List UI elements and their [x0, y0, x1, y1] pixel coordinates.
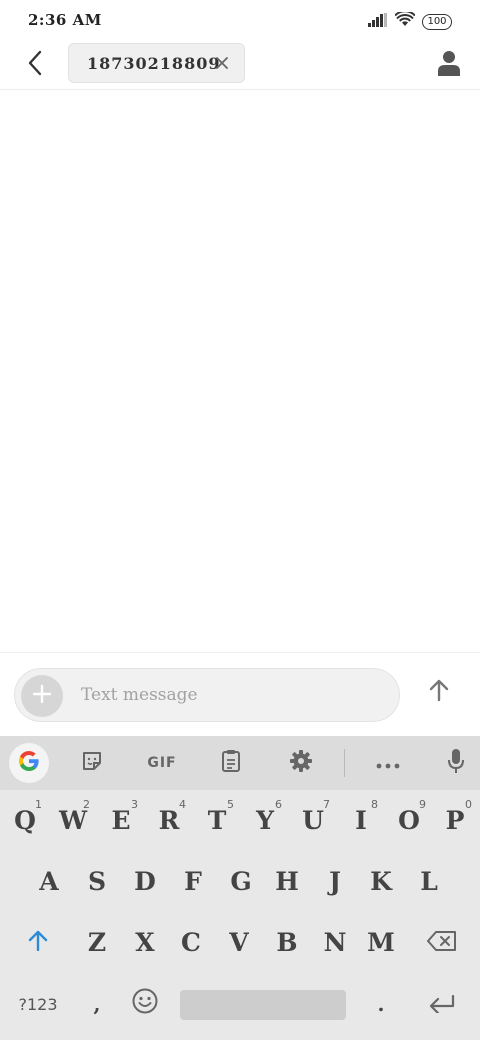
close-icon[interactable] — [214, 55, 230, 71]
key-row-2: A S D F G H J K L — [0, 853, 480, 913]
more-horizontal-icon — [376, 754, 400, 773]
comma-key[interactable]: , — [74, 976, 120, 1032]
key-j[interactable]: J — [312, 853, 358, 909]
conversation-header: 18730218809 — [0, 40, 480, 90]
key-m[interactable]: M — [358, 914, 404, 970]
key-a[interactable]: A — [26, 853, 72, 909]
google-icon — [17, 749, 41, 777]
arrow-up-icon — [428, 678, 450, 706]
key-hint: 9 — [419, 798, 426, 811]
key-v[interactable]: V — [216, 914, 262, 970]
plus-icon — [32, 684, 52, 708]
message-input[interactable]: Text message — [14, 668, 400, 722]
key-b[interactable]: B — [264, 914, 310, 970]
key-f[interactable]: F — [170, 853, 216, 909]
key-hint: 6 — [275, 798, 282, 811]
status-icons: 100 — [368, 10, 452, 31]
attach-button[interactable] — [21, 675, 63, 717]
backspace-key[interactable] — [412, 914, 472, 970]
key-h[interactable]: H — [264, 853, 310, 909]
key-z[interactable]: Z — [74, 914, 120, 970]
key-hint: 8 — [371, 798, 378, 811]
signal-icon — [368, 12, 388, 31]
key-hint: 5 — [227, 798, 234, 811]
compose-bar: Text message — [0, 652, 480, 736]
key-hint: 3 — [131, 798, 138, 811]
key-o[interactable]: O9 — [386, 792, 432, 848]
gear-icon — [289, 749, 313, 777]
google-search-button[interactable] — [9, 743, 49, 783]
battery-icon: 100 — [422, 13, 452, 30]
key-p[interactable]: P0 — [432, 792, 478, 848]
key-k[interactable]: K — [358, 853, 404, 909]
key-row-3: Z X C V B N M — [0, 914, 480, 974]
recipient-chip[interactable]: 18730218809 — [68, 43, 245, 83]
more-button[interactable] — [370, 745, 406, 781]
period-key[interactable]: . — [358, 976, 404, 1032]
enter-icon — [429, 990, 455, 1019]
person-icon — [438, 50, 460, 80]
clipboard-icon — [221, 749, 241, 777]
key-n[interactable]: N — [312, 914, 358, 970]
key-r[interactable]: R4 — [146, 792, 192, 848]
sticker-button[interactable] — [74, 745, 110, 781]
status-bar: 2:36 AM 100 — [0, 0, 480, 40]
key-hint: 0 — [465, 798, 472, 811]
key-s[interactable]: S — [74, 853, 120, 909]
key-y[interactable]: Y6 — [242, 792, 288, 848]
send-button[interactable] — [422, 675, 456, 709]
key-u[interactable]: U7 — [290, 792, 336, 848]
voice-input-button[interactable] — [438, 745, 474, 781]
key-c[interactable]: C — [168, 914, 214, 970]
settings-button[interactable] — [283, 745, 319, 781]
chevron-left-icon — [27, 50, 43, 80]
message-list — [0, 91, 480, 652]
key-row-4: ?123 , . — [0, 976, 480, 1036]
message-placeholder: Text message — [81, 685, 198, 705]
toolbar-divider — [344, 749, 345, 777]
microphone-icon — [447, 748, 465, 778]
back-button[interactable] — [18, 48, 52, 82]
space-bar[interactable] — [180, 990, 346, 1020]
key-q[interactable]: Q1 — [2, 792, 48, 848]
key-d[interactable]: D — [122, 853, 168, 909]
key-w[interactable]: W2 — [50, 792, 96, 848]
key-e[interactable]: E3 — [98, 792, 144, 848]
wifi-icon — [394, 10, 416, 31]
recipient-number: 18730218809 — [87, 53, 221, 73]
emoji-icon — [132, 988, 158, 1020]
backspace-icon — [427, 928, 457, 957]
clipboard-button[interactable] — [213, 745, 249, 781]
shift-key[interactable] — [8, 914, 68, 970]
status-time: 2:36 AM — [28, 11, 102, 29]
key-hint: 1 — [35, 798, 42, 811]
key-g[interactable]: G — [218, 853, 264, 909]
emoji-key[interactable] — [122, 976, 168, 1032]
key-x[interactable]: X — [122, 914, 168, 970]
key-hint: 7 — [323, 798, 330, 811]
key-row-1: Q1 W2 E3 R4 T5 Y6 U7 I8 O9 P0 — [0, 792, 480, 852]
key-hint: 4 — [179, 798, 186, 811]
sticker-icon — [81, 750, 103, 776]
key-i[interactable]: I8 — [338, 792, 384, 848]
symbols-key[interactable]: ?123 — [8, 976, 68, 1032]
gif-button[interactable]: GIF — [143, 745, 181, 781]
gif-label: GIF — [147, 755, 177, 771]
contact-button[interactable] — [432, 48, 466, 82]
keyboard: GIF Q 1 W 2 E 3 R 4 T 5 Y 6 U 7 I 8 O 9 … — [0, 736, 480, 1040]
shift-icon — [28, 928, 48, 957]
key-l[interactable]: L — [406, 853, 452, 909]
keyboard-toolbar: GIF — [0, 736, 480, 790]
key-t[interactable]: T5 — [194, 792, 240, 848]
key-hint: 2 — [83, 798, 90, 811]
enter-key[interactable] — [412, 976, 472, 1032]
